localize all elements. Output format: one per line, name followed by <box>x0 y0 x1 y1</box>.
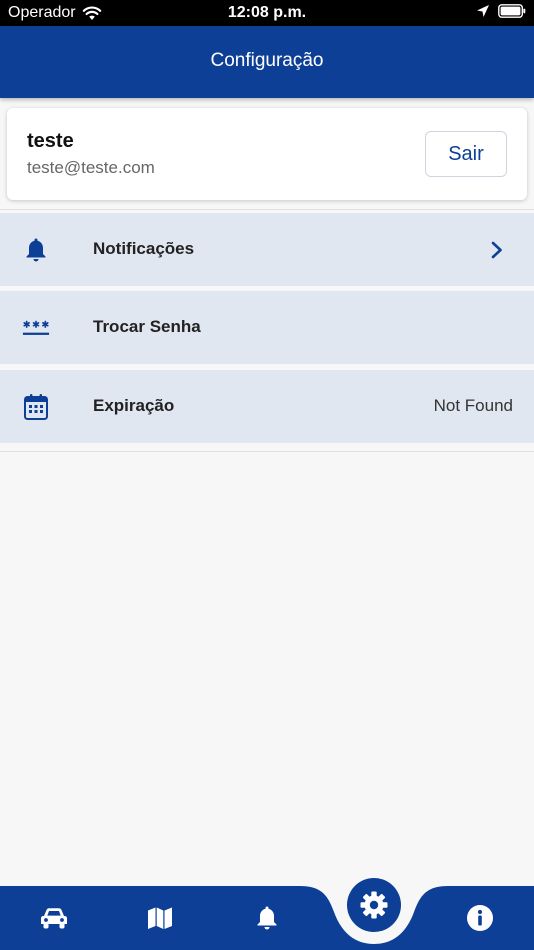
gear-icon <box>360 891 388 919</box>
tab-map[interactable] <box>140 898 180 938</box>
menu-item-label: Trocar Senha <box>93 317 201 336</box>
bell-icon <box>257 906 277 930</box>
menu-item-expiration[interactable]: Expiração Not Found <box>0 370 534 443</box>
map-icon <box>148 907 172 929</box>
menu-item-label: Notificações <box>93 239 195 258</box>
tab-notifications[interactable] <box>247 898 287 938</box>
status-right-group <box>476 4 526 18</box>
status-bar: Operador 12:08 p.m. <box>0 0 534 26</box>
logout-button[interactable]: Sair <box>425 131 507 177</box>
tab-vehicles[interactable] <box>34 898 74 938</box>
divider <box>0 209 534 210</box>
chevron-right-icon <box>491 241 502 259</box>
expiration-value: Not Found <box>433 396 513 415</box>
car-icon <box>41 908 67 929</box>
user-email: teste@teste.com <box>27 158 155 177</box>
battery-icon <box>498 4 526 18</box>
menu-item-notifications[interactable]: Notificações <box>0 213 534 286</box>
tab-info[interactable] <box>460 898 500 938</box>
password-icon <box>22 315 50 341</box>
status-time: 12:08 p.m. <box>227 4 307 21</box>
bell-icon <box>22 237 50 263</box>
user-name: teste <box>27 130 74 152</box>
menu-item-change-password[interactable]: Trocar Senha <box>0 291 534 364</box>
info-icon <box>467 905 493 931</box>
tab-settings[interactable] <box>347 878 401 932</box>
page-title: Configuração <box>210 50 324 71</box>
profile-card: teste teste@teste.com Sair <box>7 108 527 200</box>
calendar-icon <box>22 394 50 420</box>
menu-item-label: Expiração <box>93 396 175 415</box>
divider <box>0 451 534 452</box>
app-header: Configuração <box>0 26 534 98</box>
bottom-tab-bar <box>0 878 534 950</box>
location-arrow-icon <box>477 5 489 17</box>
